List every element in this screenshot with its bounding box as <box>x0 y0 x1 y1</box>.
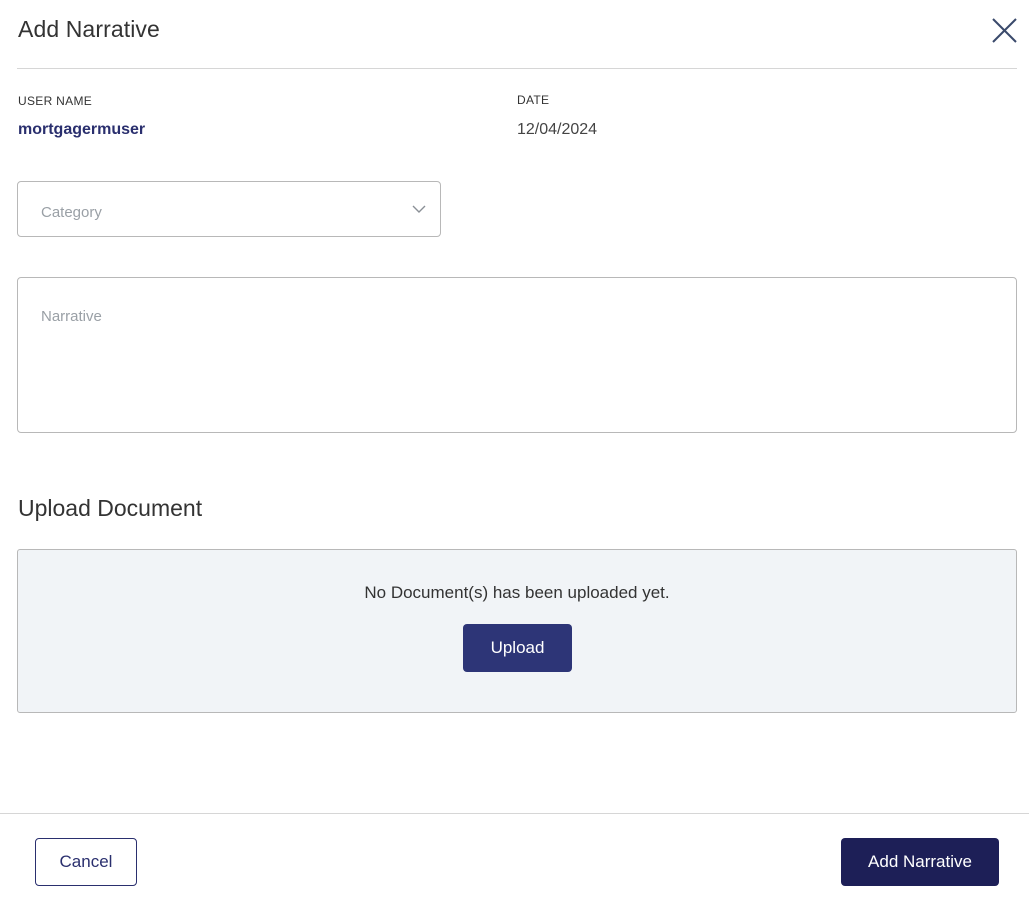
narrative-placeholder: Narrative <box>41 308 102 325</box>
footer-divider <box>0 813 1029 814</box>
date-value: 12/04/2024 <box>517 121 598 138</box>
header-divider <box>17 68 1017 69</box>
upload-empty-text: No Document(s) has been uploaded yet. <box>364 583 670 602</box>
category-placeholder: Category <box>41 204 102 221</box>
chevron-down-icon <box>412 205 426 213</box>
add-narrative-button[interactable]: Add Narrative <box>841 838 999 886</box>
username-value: mortgagermuser <box>18 121 146 138</box>
upload-button[interactable]: Upload <box>463 624 572 672</box>
narrative-textarea[interactable]: Narrative <box>17 277 1017 433</box>
upload-section-title: Upload Document <box>18 495 203 521</box>
category-select[interactable]: Category <box>17 181 441 237</box>
username-label: USER NAME <box>18 94 93 108</box>
close-icon[interactable] <box>986 13 1022 49</box>
dialog-title: Add Narrative <box>18 16 160 42</box>
close-button[interactable] <box>986 13 1022 49</box>
upload-panel: No Document(s) has been uploaded yet. Up… <box>17 549 1017 713</box>
cancel-button[interactable]: Cancel <box>35 838 137 886</box>
date-label: DATE <box>517 93 550 107</box>
